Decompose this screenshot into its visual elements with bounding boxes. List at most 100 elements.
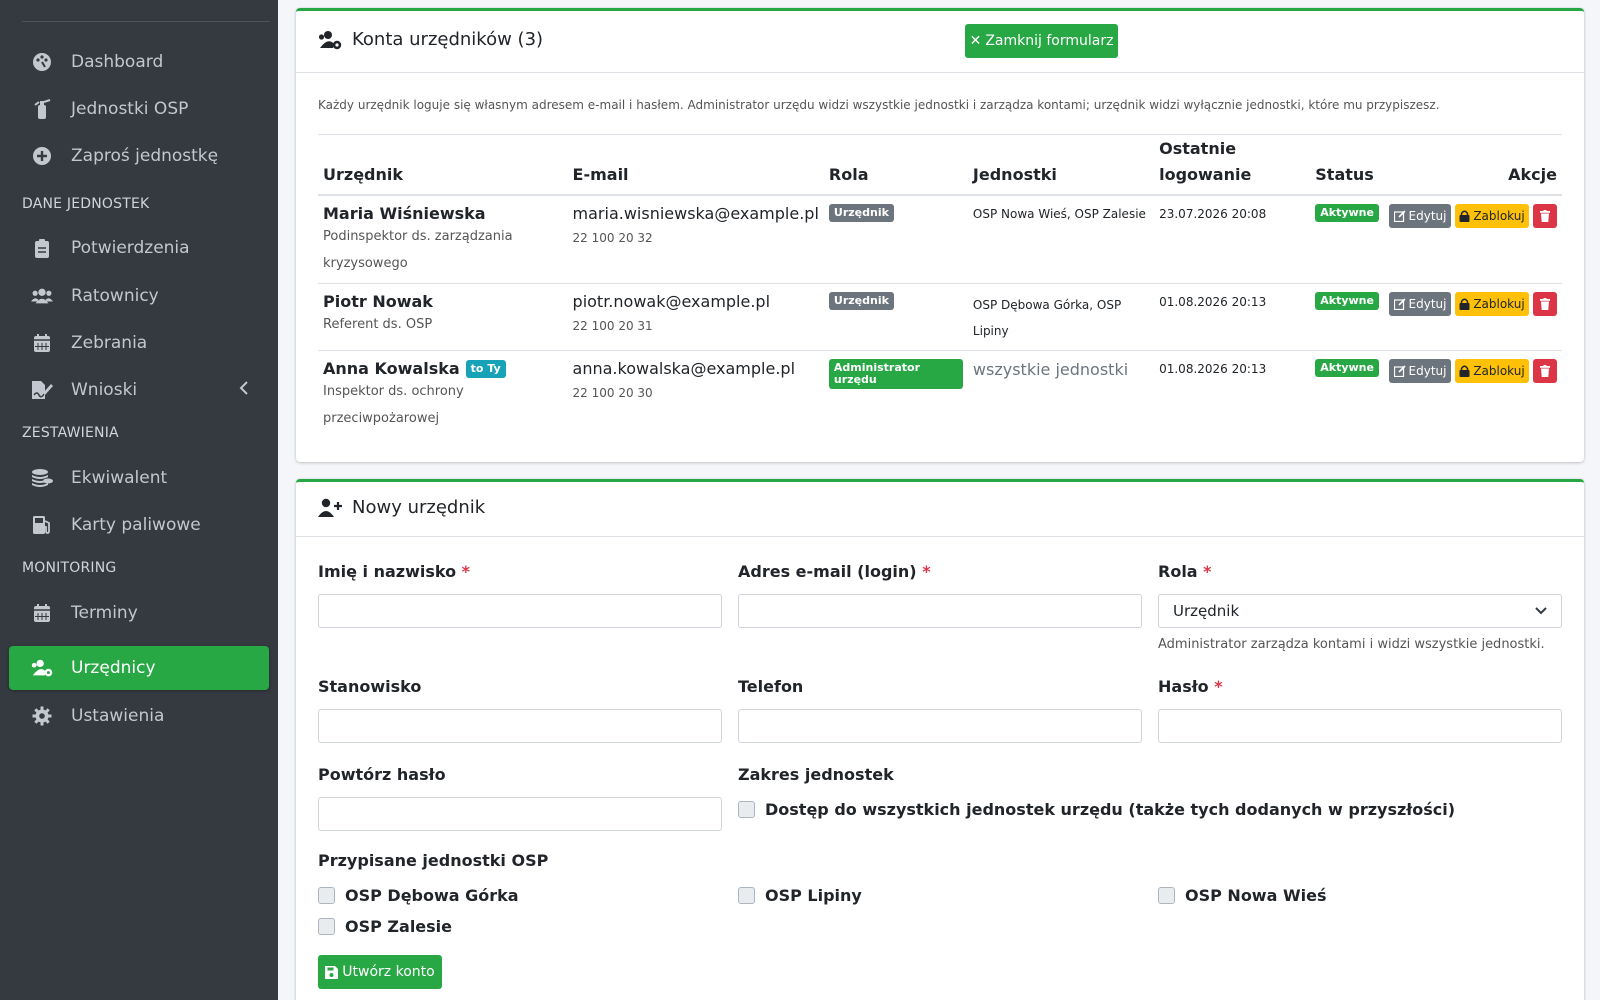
- official-units: wszystkie jednostki: [972, 360, 1129, 379]
- sidebar-header-monitoring: MONITORING: [22, 560, 117, 576]
- role-label: Rola *: [1158, 562, 1212, 581]
- official-phone: 22 100 20 31: [572, 319, 653, 333]
- lock-icon: [1459, 298, 1470, 310]
- sidebar-item-karty-paliwowe[interactable]: Karty paliwowe: [9, 503, 269, 547]
- official-email: anna.kowalska@example.pl: [572, 359, 796, 378]
- unit-checkbox-label: OSP Dębowa Górka: [345, 886, 519, 905]
- accounts-description: Każdy urzędnik loguje się własnym adrese…: [318, 98, 1440, 112]
- position-input[interactable]: [318, 709, 722, 743]
- edit-button[interactable]: Edytuj: [1389, 359, 1451, 383]
- accounts-table: Urzędnik E-mail Rola Jednostki Ostatnie l…: [318, 136, 1562, 438]
- delete-button[interactable]: [1533, 359, 1557, 383]
- edit-icon: [1393, 298, 1406, 310]
- last-login: 01.08.2026 20:13: [1159, 295, 1267, 309]
- checkbox-box: [738, 887, 755, 904]
- name-label-text: Imię i nazwisko: [318, 562, 457, 581]
- password-input[interactable]: [1158, 709, 1562, 743]
- status-badge: Aktywne: [1315, 204, 1379, 222]
- table-row: Anna Kowalska to Ty Inspektor ds. ochrony…: [318, 351, 1562, 439]
- edit-icon: [1393, 365, 1406, 377]
- checkbox-box: [1158, 887, 1175, 904]
- new-official-card-title: Nowy urzędnik: [318, 497, 485, 518]
- accounts-card-title-text: Konta urzędników (3): [352, 29, 544, 50]
- official-position: Inspektor ds. ochrony przeciwpożarowej: [323, 384, 464, 426]
- sidebar-item-jednostki-osp[interactable]: Jednostki OSP: [9, 87, 269, 131]
- unit-checkbox-zalesie[interactable]: OSP Zalesie: [318, 917, 452, 936]
- unit-checkbox-lipiny[interactable]: OSP Lipiny: [738, 886, 862, 905]
- edit-button[interactable]: Edytuj: [1389, 204, 1451, 228]
- lock-icon: [1459, 365, 1470, 377]
- role-select[interactable]: Urzędnik: [1158, 594, 1562, 628]
- calendar-icon: [31, 332, 53, 354]
- required-mark: *: [461, 562, 471, 581]
- email-label-text: Adres e-mail (login): [738, 562, 917, 581]
- lock-button[interactable]: Zablokuj: [1455, 292, 1529, 316]
- official-email: piotr.nowak@example.pl: [572, 292, 771, 311]
- required-mark: *: [1203, 562, 1212, 581]
- name-label: Imię i nazwisko *: [318, 562, 470, 581]
- close-form-button[interactable]: ✕ Zamknij formularz: [965, 24, 1118, 58]
- sidebar-item-label: Zebrania: [71, 333, 148, 353]
- close-form-label: Zamknij formularz: [985, 33, 1114, 49]
- all-units-checkbox[interactable]: Dostęp do wszystkich jednostek urzędu (t…: [738, 800, 1455, 819]
- lock-button[interactable]: Zablokuj: [1455, 359, 1529, 383]
- phone-input[interactable]: [738, 709, 1142, 743]
- sidebar-item-dashboard[interactable]: Dashboard: [9, 40, 269, 84]
- sidebar-item-zebrania[interactable]: Zebrania: [9, 321, 269, 365]
- sidebar-item-label: Ekwiwalent: [71, 468, 168, 488]
- checkbox-box: [318, 887, 335, 904]
- unit-checkbox-label: OSP Nowa Wieś: [1185, 886, 1327, 905]
- sidebar-item-zapros-jednostke[interactable]: Zaproś jednostkę: [9, 134, 269, 178]
- official-email: maria.wisniewska@example.pl: [572, 204, 819, 223]
- repeat-password-label: Powtórz hasło: [318, 765, 446, 784]
- name-input[interactable]: [318, 594, 722, 628]
- users-cog-icon: [318, 30, 342, 50]
- sidebar-item-urzednicy[interactable]: Urzędnicy: [9, 646, 269, 690]
- role-badge: Administrator urzędu: [828, 359, 963, 389]
- sidebar-item-label: Ustawienia: [71, 706, 165, 726]
- user-plus-icon: [318, 498, 342, 518]
- delete-button[interactable]: [1533, 204, 1557, 228]
- accounts-card: Konta urzędników (3) ✕ Zamknij formularz…: [296, 8, 1584, 462]
- edit-label: Edytuj: [1408, 209, 1447, 223]
- lock-label: Zablokuj: [1473, 364, 1525, 378]
- official-position: Podinspektor ds. zarządzania kryzysowego: [323, 229, 513, 271]
- lock-button[interactable]: Zablokuj: [1455, 204, 1529, 228]
- sidebar-item-label: Jednostki OSP: [71, 99, 189, 119]
- role-select-value: Urzędnik: [1173, 602, 1240, 620]
- delete-button[interactable]: [1533, 292, 1557, 316]
- last-login: 23.07.2026 20:08: [1159, 207, 1267, 221]
- sidebar-item-label: Dashboard: [71, 52, 164, 72]
- status-badge: Aktywne: [1315, 359, 1379, 377]
- official-phone: 22 100 20 30: [572, 386, 653, 400]
- sidebar-header-zestawienia: ZESTAWIENIA: [22, 425, 119, 441]
- edit-button[interactable]: Edytuj: [1389, 292, 1451, 316]
- official-phone: 22 100 20 32: [572, 231, 653, 245]
- repeat-password-input[interactable]: [318, 797, 722, 831]
- column-header-actions: Akcje: [1383, 136, 1562, 196]
- create-account-button[interactable]: Utwórz konto: [318, 955, 442, 989]
- sidebar-item-wnioski[interactable]: Wnioski: [9, 368, 269, 412]
- gear-icon: [31, 705, 53, 727]
- official-units: OSP Nowa Wieś, OSP Zalesie: [972, 207, 1146, 221]
- calendar-icon: [31, 602, 53, 624]
- unit-checkbox-nowa-wies[interactable]: OSP Nowa Wieś: [1158, 886, 1326, 905]
- coins-icon: [31, 467, 53, 489]
- official-units: OSP Dębowa Górka, OSP Lipiny: [972, 298, 1122, 338]
- column-header-role: Rola: [823, 136, 968, 196]
- fire-extinguisher-icon: [31, 98, 53, 120]
- sidebar-item-ekwiwalent[interactable]: Ekwiwalent: [9, 456, 269, 500]
- last-login: 01.08.2026 20:13: [1159, 362, 1267, 376]
- sidebar-item-potwierdzenia[interactable]: Potwierdzenia: [9, 226, 269, 270]
- sidebar-item-terminy[interactable]: Terminy: [9, 591, 269, 635]
- unit-checkbox-debowa-gorka[interactable]: OSP Dębowa Górka: [318, 886, 519, 905]
- chevron-down-icon: [1535, 607, 1547, 615]
- email-input[interactable]: [738, 594, 1142, 628]
- plus-circle-icon: [31, 145, 53, 167]
- sidebar-item-ratownicy[interactable]: Ratownicy: [9, 274, 269, 318]
- sidebar-item-ustawienia[interactable]: Ustawienia: [9, 694, 269, 738]
- role-badge: Urzędnik: [828, 292, 894, 310]
- column-header-last-login-line1: Ostatnie: [1159, 139, 1237, 158]
- status-badge: Aktywne: [1315, 292, 1379, 310]
- unit-checkbox-label: OSP Zalesie: [345, 917, 453, 936]
